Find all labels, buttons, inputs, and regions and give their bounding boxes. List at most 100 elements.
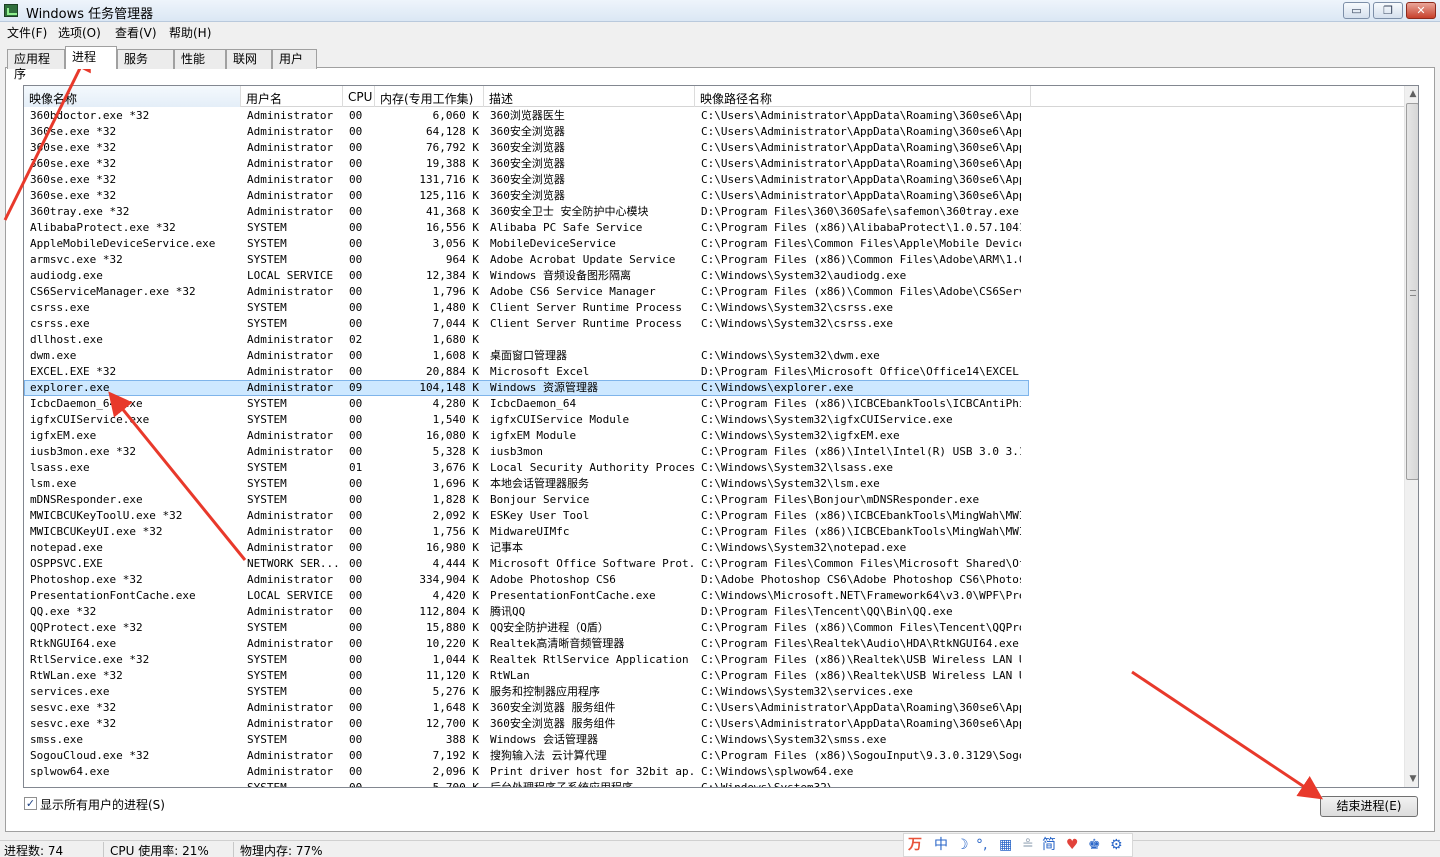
table-row[interactable]: dwm.exe Administrator 00 1,608 K 桌面窗口管理器 C:\W… bbox=[24, 348, 1404, 364]
vertical-scrollbar[interactable]: ▲ ▼ bbox=[1404, 86, 1418, 787]
table-row[interactable]: RtWLan.exe *32 SYSTEM 00 11,120 K RtWLan C:\P… bbox=[24, 668, 1404, 684]
keyboard-icon[interactable]: ▦ bbox=[999, 837, 1012, 853]
cpu-cell: 00 bbox=[349, 605, 363, 618]
column-cpu[interactable]: CPU bbox=[343, 86, 375, 107]
process-list[interactable]: ^ 映像名称 用户名 CPU 内存(专用工作集) 描述 映像路径名称 360bd… bbox=[23, 85, 1419, 788]
image-path-cell: C:\Program Files\Common Files\Apple\Mobi… bbox=[701, 237, 1021, 250]
tab-services[interactable]: 服务 bbox=[117, 49, 174, 69]
table-row[interactable]: OSPPSVC.EXE NETWORK SER... 00 4,444 K Micros… bbox=[24, 556, 1404, 572]
column-memory[interactable]: 内存(专用工作集) bbox=[375, 86, 484, 107]
table-row[interactable]: smss.exe SYSTEM 00 388 K Windows 会话管理器 C:\Win… bbox=[24, 732, 1404, 748]
table-row[interactable]: MWICBCUKeyToolU.exe *32 Administrator 00 2,… bbox=[24, 508, 1404, 524]
table-row[interactable]: igfxEM.exe Administrator 00 16,080 K igfxEM … bbox=[24, 428, 1404, 444]
user-name-cell: SYSTEM bbox=[247, 781, 287, 788]
table-row[interactable]: 360tray.exe *32 Administrator 00 41,368 K 36… bbox=[24, 204, 1404, 220]
table-row[interactable]: 360se.exe *32 Administrator 00 64,128 K 360安… bbox=[24, 124, 1404, 140]
tab-performance[interactable]: 性能 bbox=[174, 49, 226, 69]
image-name-cell: dwm.exe bbox=[30, 349, 77, 362]
table-row[interactable]: SogouCloud.exe *32 Administrator 00 7,192 K… bbox=[24, 748, 1404, 764]
maximize-button[interactable]: ❐ bbox=[1373, 2, 1403, 19]
user-icon[interactable]: ≗ bbox=[1022, 837, 1034, 853]
table-row[interactable]: 360se.exe *32 Administrator 00 19,388 K 360安… bbox=[24, 156, 1404, 172]
image-path-cell: C:\Program Files (x86)\Common Files\Tenc… bbox=[701, 621, 1021, 634]
image-name-cell: 360tray.exe *32 bbox=[30, 205, 130, 218]
user-name-cell: SYSTEM bbox=[247, 733, 287, 746]
menu-file[interactable]: 文件(F) bbox=[7, 24, 47, 41]
close-button[interactable]: ✕ bbox=[1406, 2, 1436, 19]
table-row[interactable]: RtkNGUI64.exe Administrator 00 10,220 K Real… bbox=[24, 636, 1404, 652]
memory-cell: 112,804 K bbox=[419, 605, 479, 618]
menu-options[interactable]: 选项(O) bbox=[58, 24, 101, 41]
chinese-mode-icon[interactable]: 中 bbox=[934, 837, 948, 853]
table-row[interactable]: lsm.exe SYSTEM 00 1,696 K 本地会话管理器服务 C:\Window… bbox=[24, 476, 1404, 492]
skin-shirt-icon[interactable]: ♚ bbox=[1088, 837, 1101, 853]
table-row[interactable]: 360se.exe *32 Administrator 00 76,792 K 360安… bbox=[24, 140, 1404, 156]
sogou-logo-icon[interactable]: 万 bbox=[908, 837, 922, 853]
memory-cell: 16,080 K bbox=[426, 429, 479, 442]
table-row[interactable]: audiodg.exe LOCAL SERVICE 00 12,384 K Window… bbox=[24, 268, 1404, 284]
scroll-up-arrow-icon[interactable]: ▲ bbox=[1405, 86, 1418, 102]
tab-processes[interactable]: 进程 bbox=[65, 46, 117, 69]
scrollbar-thumb[interactable] bbox=[1406, 103, 1418, 480]
tab-users[interactable]: 用户 bbox=[272, 49, 317, 69]
table-row[interactable]: mDNSResponder.exe SYSTEM 00 1,828 K Bonjour … bbox=[24, 492, 1404, 508]
table-row[interactable]: QQProtect.exe *32 SYSTEM 00 15,880 K QQ安全防护进… bbox=[24, 620, 1404, 636]
table-row[interactable]: AlibabaProtect.exe *32 SYSTEM 00 16,556 K Al… bbox=[24, 220, 1404, 236]
table-row[interactable]: 360se.exe *32 Administrator 00 131,716 K 360… bbox=[24, 172, 1404, 188]
tab-networking[interactable]: 联网 bbox=[226, 49, 272, 69]
heart-icon[interactable]: ♥ bbox=[1066, 837, 1079, 853]
table-row[interactable]: notepad.exe Administrator 00 16,980 K 记事本 C:\… bbox=[24, 540, 1404, 556]
table-row[interactable]: sesvc.exe *32 Administrator 00 12,700 K 360安… bbox=[24, 716, 1404, 732]
table-row[interactable]: 360bdoctor.exe *32 Administrator 00 6,060 K… bbox=[24, 108, 1404, 124]
table-row[interactable]: igfxCUIService.exe SYSTEM 00 1,540 K igfxCUI… bbox=[24, 412, 1404, 428]
image-name-cell: QQProtect.exe *32 bbox=[30, 621, 143, 634]
table-row[interactable]: PresentationFontCache.exe LOCAL SERVICE 00… bbox=[24, 588, 1404, 604]
ime-toolbar[interactable]: 万 中 ☽ °, ▦ ≗ 简 ♥ ♚ ⚙ bbox=[903, 833, 1133, 857]
table-row[interactable]: QQ.exe *32 Administrator 00 112,804 K 腾讯QQ D:… bbox=[24, 604, 1404, 620]
column-user-name[interactable]: 用户名 bbox=[241, 86, 343, 107]
column-image-path[interactable]: 映像路径名称 bbox=[695, 86, 1031, 107]
image-path-cell: C:\Windows\Microsoft.NET\Framework64\v3.… bbox=[701, 589, 1021, 602]
table-row[interactable]: services.exe SYSTEM 00 5,276 K 服务和控制器应用程序 C:\… bbox=[24, 684, 1404, 700]
table-row[interactable]: RtlService.exe *32 SYSTEM 00 1,044 K Realtek… bbox=[24, 652, 1404, 668]
table-row[interactable]: ... SYSTEM 00 5,700 K 后台处理程序子系统应用程序 C:\Window… bbox=[24, 780, 1404, 788]
column-image-name[interactable]: ^ 映像名称 bbox=[24, 86, 241, 107]
table-row[interactable]: Photoshop.exe *32 Administrator 00 334,904 … bbox=[24, 572, 1404, 588]
table-row[interactable]: csrss.exe SYSTEM 00 7,044 K Client Server Ru… bbox=[24, 316, 1404, 332]
memory-cell: 15,880 K bbox=[426, 621, 479, 634]
image-path-cell: C:\Windows\System32\lsass.exe bbox=[701, 461, 894, 474]
punctuation-icon[interactable]: °, bbox=[976, 837, 987, 853]
table-row[interactable]: csrss.exe SYSTEM 00 1,480 K Client Server Ru… bbox=[24, 300, 1404, 316]
menu-help[interactable]: 帮助(H) bbox=[169, 24, 211, 41]
table-row[interactable]: AppleMobileDeviceService.exe SYSTEM 00 3,05… bbox=[24, 236, 1404, 252]
table-row[interactable]: iusb3mon.exe *32 Administrator 00 5,328 K iu… bbox=[24, 444, 1404, 460]
half-width-moon-icon[interactable]: ☽ bbox=[956, 837, 969, 853]
column-description[interactable]: 描述 bbox=[484, 86, 695, 107]
image-path-cell: C:\Program Files (x86)\Realtek\USB Wirel… bbox=[701, 653, 1021, 666]
user-name-cell: Administrator bbox=[247, 365, 334, 378]
table-row[interactable]: CS6ServiceManager.exe *32 Administrator 00… bbox=[24, 284, 1404, 300]
image-name-cell: 360se.exe *32 bbox=[30, 157, 117, 170]
simplified-icon[interactable]: 简 bbox=[1042, 837, 1056, 853]
table-row[interactable]: splwow64.exe Administrator 00 2,096 K Print … bbox=[24, 764, 1404, 780]
minimize-button[interactable]: ▭ bbox=[1343, 2, 1370, 19]
table-row[interactable]: lsass.exe SYSTEM 01 3,676 K Local Security A… bbox=[24, 460, 1404, 476]
table-row[interactable]: EXCEL.EXE *32 Administrator 00 20,884 K Micr… bbox=[24, 364, 1404, 380]
end-process-button[interactable]: 结束进程(E) bbox=[1320, 796, 1418, 817]
scroll-down-arrow-icon[interactable]: ▼ bbox=[1405, 771, 1418, 787]
checkbox-check-icon[interactable]: ✓ bbox=[24, 797, 37, 810]
table-row[interactable]: IcbcDaemon_64.exe SYSTEM 00 4,280 K IcbcDaem… bbox=[24, 396, 1404, 412]
settings-gear-icon[interactable]: ⚙ bbox=[1110, 837, 1123, 853]
table-row[interactable]: MWICBCUKeyUI.exe *32 Administrator 00 1,756… bbox=[24, 524, 1404, 540]
menu-view[interactable]: 查看(V) bbox=[115, 24, 157, 41]
user-name-cell: Administrator bbox=[247, 189, 334, 202]
image-name-cell: mDNSResponder.exe bbox=[30, 493, 143, 506]
table-row[interactable]: 360se.exe *32 Administrator 00 125,116 K 360… bbox=[24, 188, 1404, 204]
table-row[interactable]: dllhost.exe Administrator 02 1,680 K bbox=[24, 332, 1404, 348]
table-row[interactable]: sesvc.exe *32 Administrator 00 1,648 K 360安全… bbox=[24, 700, 1404, 716]
table-row[interactable]: explorer.exe Administrator 09 104,148 K Wind… bbox=[24, 380, 1029, 396]
table-row[interactable]: armsvc.exe *32 SYSTEM 00 964 K Adobe Acrobat… bbox=[24, 252, 1404, 268]
cpu-cell: 00 bbox=[349, 765, 363, 778]
tab-applications[interactable]: 应用程序 bbox=[7, 49, 65, 81]
user-name-cell: LOCAL SERVICE bbox=[247, 589, 334, 602]
